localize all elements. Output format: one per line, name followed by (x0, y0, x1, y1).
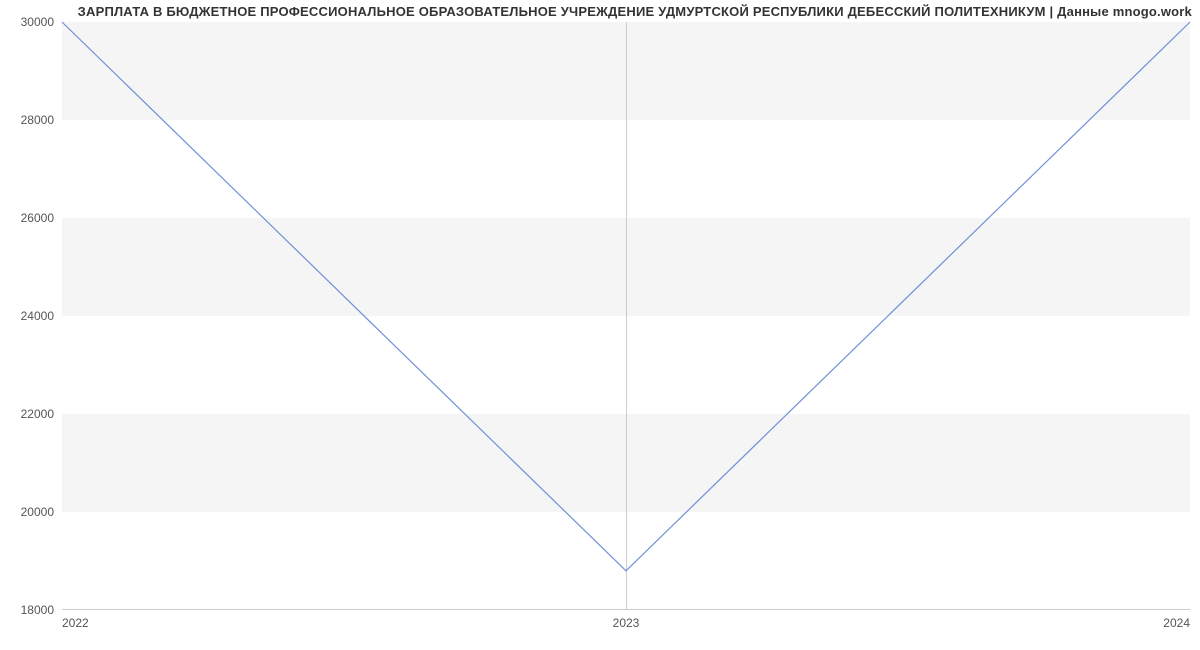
chart-title: ЗАРПЛАТА В БЮДЖЕТНОЕ ПРОФЕССИОНАЛЬНОЕ ОБ… (78, 4, 1192, 19)
x-tick-label: 2023 (613, 616, 640, 630)
x-tick-label: 2022 (62, 616, 89, 630)
y-tick-label: 30000 (21, 15, 54, 29)
data-series (62, 22, 1190, 610)
x-tick-label: 2024 (1163, 616, 1190, 630)
y-tick-label: 22000 (21, 407, 54, 421)
chart-plot-area: 18000 20000 22000 24000 26000 28000 3000… (62, 22, 1190, 610)
y-tick-label: 20000 (21, 505, 54, 519)
y-tick-label: 18000 (21, 603, 54, 617)
y-tick-label: 26000 (21, 211, 54, 225)
y-tick-label: 24000 (21, 309, 54, 323)
y-tick-label: 28000 (21, 113, 54, 127)
